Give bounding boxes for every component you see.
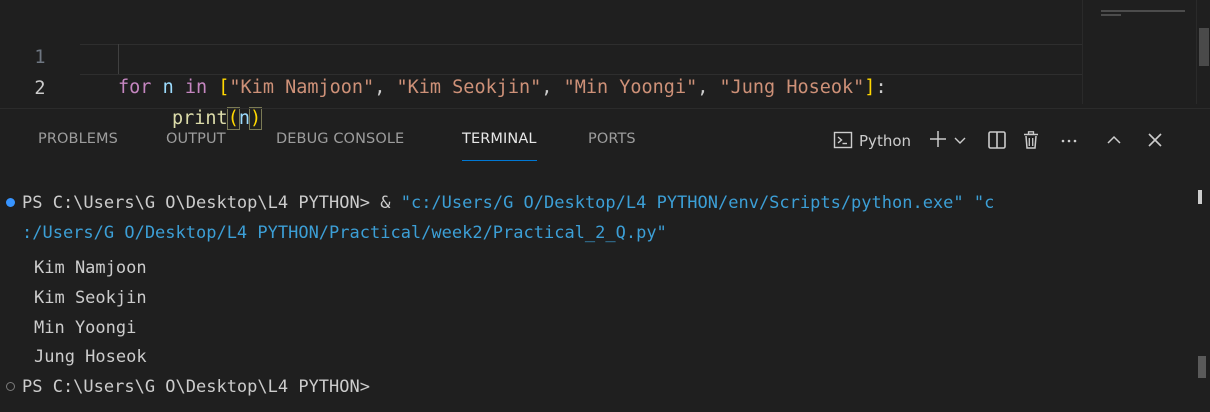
panel-tab-bar: PROBLEMS OUTPUT DEBUG CONSOLE TERMINAL P… — [0, 109, 1210, 169]
tab-debug-console[interactable]: DEBUG CONSOLE — [276, 131, 404, 147]
code-line-1[interactable]: 1 for n in ["Kim Namjoon", "Kim Seokjin"… — [0, 13, 886, 98]
call-operator: & — [380, 193, 401, 213]
terminal-scrollbar[interactable] — [1196, 180, 1210, 412]
current-line-highlight — [80, 44, 1082, 75]
terminal-icon — [833, 131, 853, 149]
kill-terminal-button[interactable] — [1018, 125, 1044, 155]
terminal-profile-button[interactable]: Python — [818, 125, 926, 155]
indent-guide — [118, 44, 119, 74]
minimap-line — [1101, 10, 1185, 12]
comma: , — [697, 77, 720, 98]
trash-icon — [1024, 131, 1038, 149]
new-terminal-button[interactable] — [925, 125, 951, 155]
bracket-open: [ — [218, 77, 230, 98]
chevron-down-icon — [954, 137, 966, 144]
keyword-for: for — [118, 77, 152, 98]
code-line-2[interactable]: 2 print(n) — [0, 44, 263, 130]
terminal-line: PS C:\Users\G O\Desktop\L4 PYTHON> & "c:… — [22, 188, 994, 218]
tab-output[interactable]: OUTPUT — [166, 131, 226, 147]
command-string: "c:/Users/G O/Desktop/L4 PYTHON/env/Scri… — [400, 193, 995, 213]
split-terminal-button[interactable] — [984, 125, 1010, 155]
variable-n: n — [162, 77, 174, 98]
output-line: Jung Hoseok — [34, 347, 147, 367]
keyword-in: in — [184, 77, 208, 98]
terminal-profile-label: Python — [859, 132, 912, 150]
comma: , — [541, 77, 564, 98]
minimap[interactable] — [1082, 0, 1195, 104]
split-icon — [988, 131, 1006, 149]
tab-ports[interactable]: PORTS — [588, 131, 636, 147]
string-literal: "Min Yoongi" — [563, 77, 698, 98]
more-icon — [1061, 139, 1077, 143]
scrollbar-thumb[interactable] — [1198, 356, 1206, 378]
chevron-up-icon — [1107, 135, 1121, 144]
command-string: :/Users/G O/Desktop/L4 PYTHON/Practical/… — [22, 223, 667, 243]
command-pending-dot[interactable] — [6, 382, 15, 391]
bracket-close: ] — [864, 77, 876, 98]
output-line: Kim Seokjin — [34, 288, 147, 308]
string-literal: "Jung Hoseok" — [719, 77, 865, 98]
prompt: PS C:\Users\G O\Desktop\L4 PYTHON> — [22, 377, 370, 397]
output-line: Kim Namjoon — [34, 258, 147, 278]
output-line: Min Yoongi — [34, 318, 137, 338]
code-editor[interactable]: 1 for n in ["Kim Namjoon", "Kim Seokjin"… — [0, 0, 1210, 130]
terminal-line: PS C:\Users\G O\Desktop\L4 PYTHON> — [22, 372, 370, 402]
minimap-line — [1101, 14, 1121, 16]
scrollbar-thumb[interactable] — [1199, 28, 1209, 66]
terminal-dropdown-button[interactable] — [950, 125, 970, 155]
prompt: PS C:\Users\G O\Desktop\L4 PYTHON> — [22, 193, 381, 213]
close-panel-button[interactable] — [1142, 125, 1168, 155]
terminal-output[interactable]: PS C:\Users\G O\Desktop\L4 PYTHON> & "c:… — [0, 180, 1196, 412]
close-icon — [1148, 133, 1162, 147]
plus-icon — [930, 131, 946, 147]
colon: : — [875, 77, 887, 98]
more-actions-button[interactable] — [1056, 125, 1082, 155]
tab-terminal[interactable]: TERMINAL — [462, 131, 537, 161]
editor-scrollbar[interactable] — [1196, 0, 1210, 104]
comma: , — [374, 77, 397, 98]
tab-problems[interactable]: PROBLEMS — [38, 131, 118, 147]
string-literal: "Kim Seokjin" — [396, 77, 542, 98]
line-number: 2 — [34, 78, 46, 99]
string-literal: "Kim Namjoon" — [229, 77, 375, 98]
scrollbar-marker — [1198, 190, 1202, 204]
terminal-line: :/Users/G O/Desktop/L4 PYTHON/Practical/… — [22, 218, 667, 248]
command-success-dot[interactable] — [6, 198, 15, 207]
maximize-panel-button[interactable] — [1101, 125, 1127, 155]
